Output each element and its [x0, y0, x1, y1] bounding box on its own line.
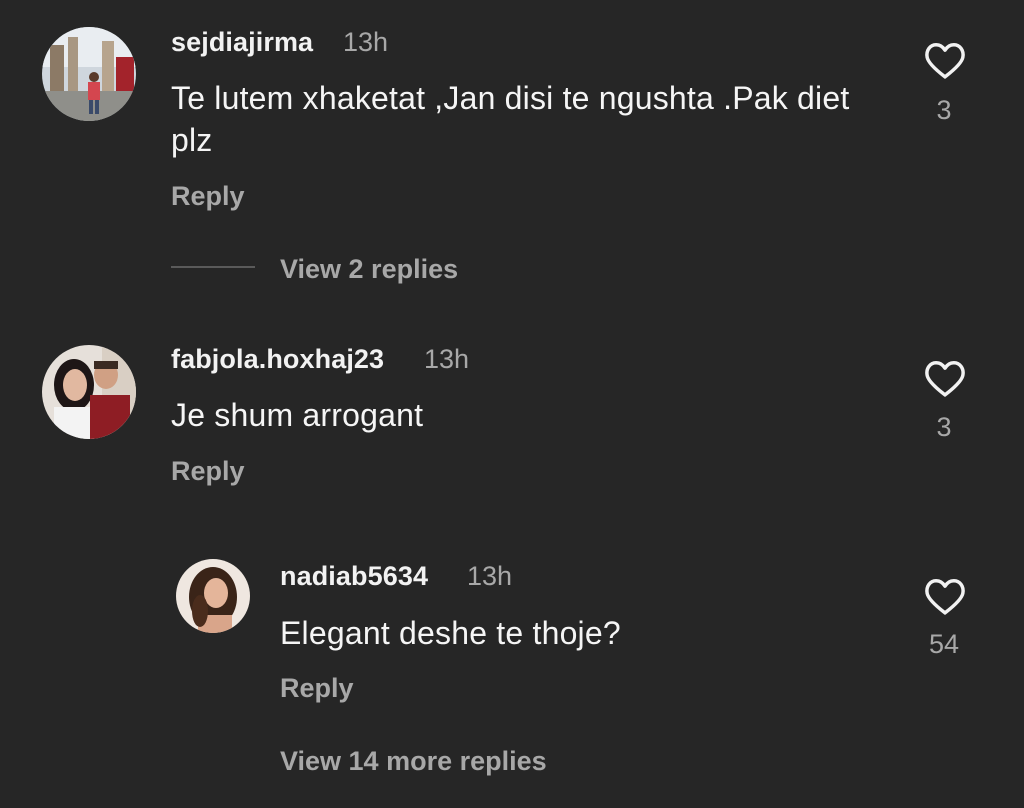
reply-button[interactable]: Reply — [280, 673, 354, 704]
like-button[interactable] — [923, 358, 967, 398]
comment-text: Te lutem xhaketat ,Jan disi te ngushta .… — [171, 80, 850, 158]
heart-icon — [925, 43, 965, 79]
username[interactable]: sejdiajirma — [171, 27, 313, 58]
comment-text: Elegant deshe te thoje? — [280, 615, 621, 651]
timestamp: 13h — [424, 344, 470, 374]
like-count: 3 — [936, 95, 952, 125]
avatar-image — [42, 345, 136, 439]
avatar[interactable] — [42, 345, 136, 439]
username[interactable]: fabjola.hoxhaj23 — [171, 344, 384, 375]
like-button[interactable] — [923, 40, 967, 80]
heart-icon — [925, 361, 965, 397]
comment-text: Je shum arrogant — [171, 397, 424, 433]
timestamp: 13h — [343, 27, 389, 57]
avatar-image — [176, 559, 250, 633]
heart-icon — [925, 579, 965, 615]
avatar[interactable] — [176, 559, 250, 633]
like-count: 54 — [928, 629, 960, 659]
reply-button[interactable]: Reply — [171, 456, 245, 487]
reply-button[interactable]: Reply — [171, 181, 245, 212]
avatar-image — [42, 27, 136, 121]
like-button[interactable] — [923, 576, 967, 616]
view-replies-button[interactable]: View 2 replies — [280, 254, 458, 285]
timestamp: 13h — [467, 561, 513, 591]
like-count: 3 — [936, 412, 952, 442]
divider — [171, 266, 255, 268]
view-more-replies-button[interactable]: View 14 more replies — [280, 746, 547, 777]
username[interactable]: nadiab5634 — [280, 561, 428, 592]
avatar[interactable] — [42, 27, 136, 121]
